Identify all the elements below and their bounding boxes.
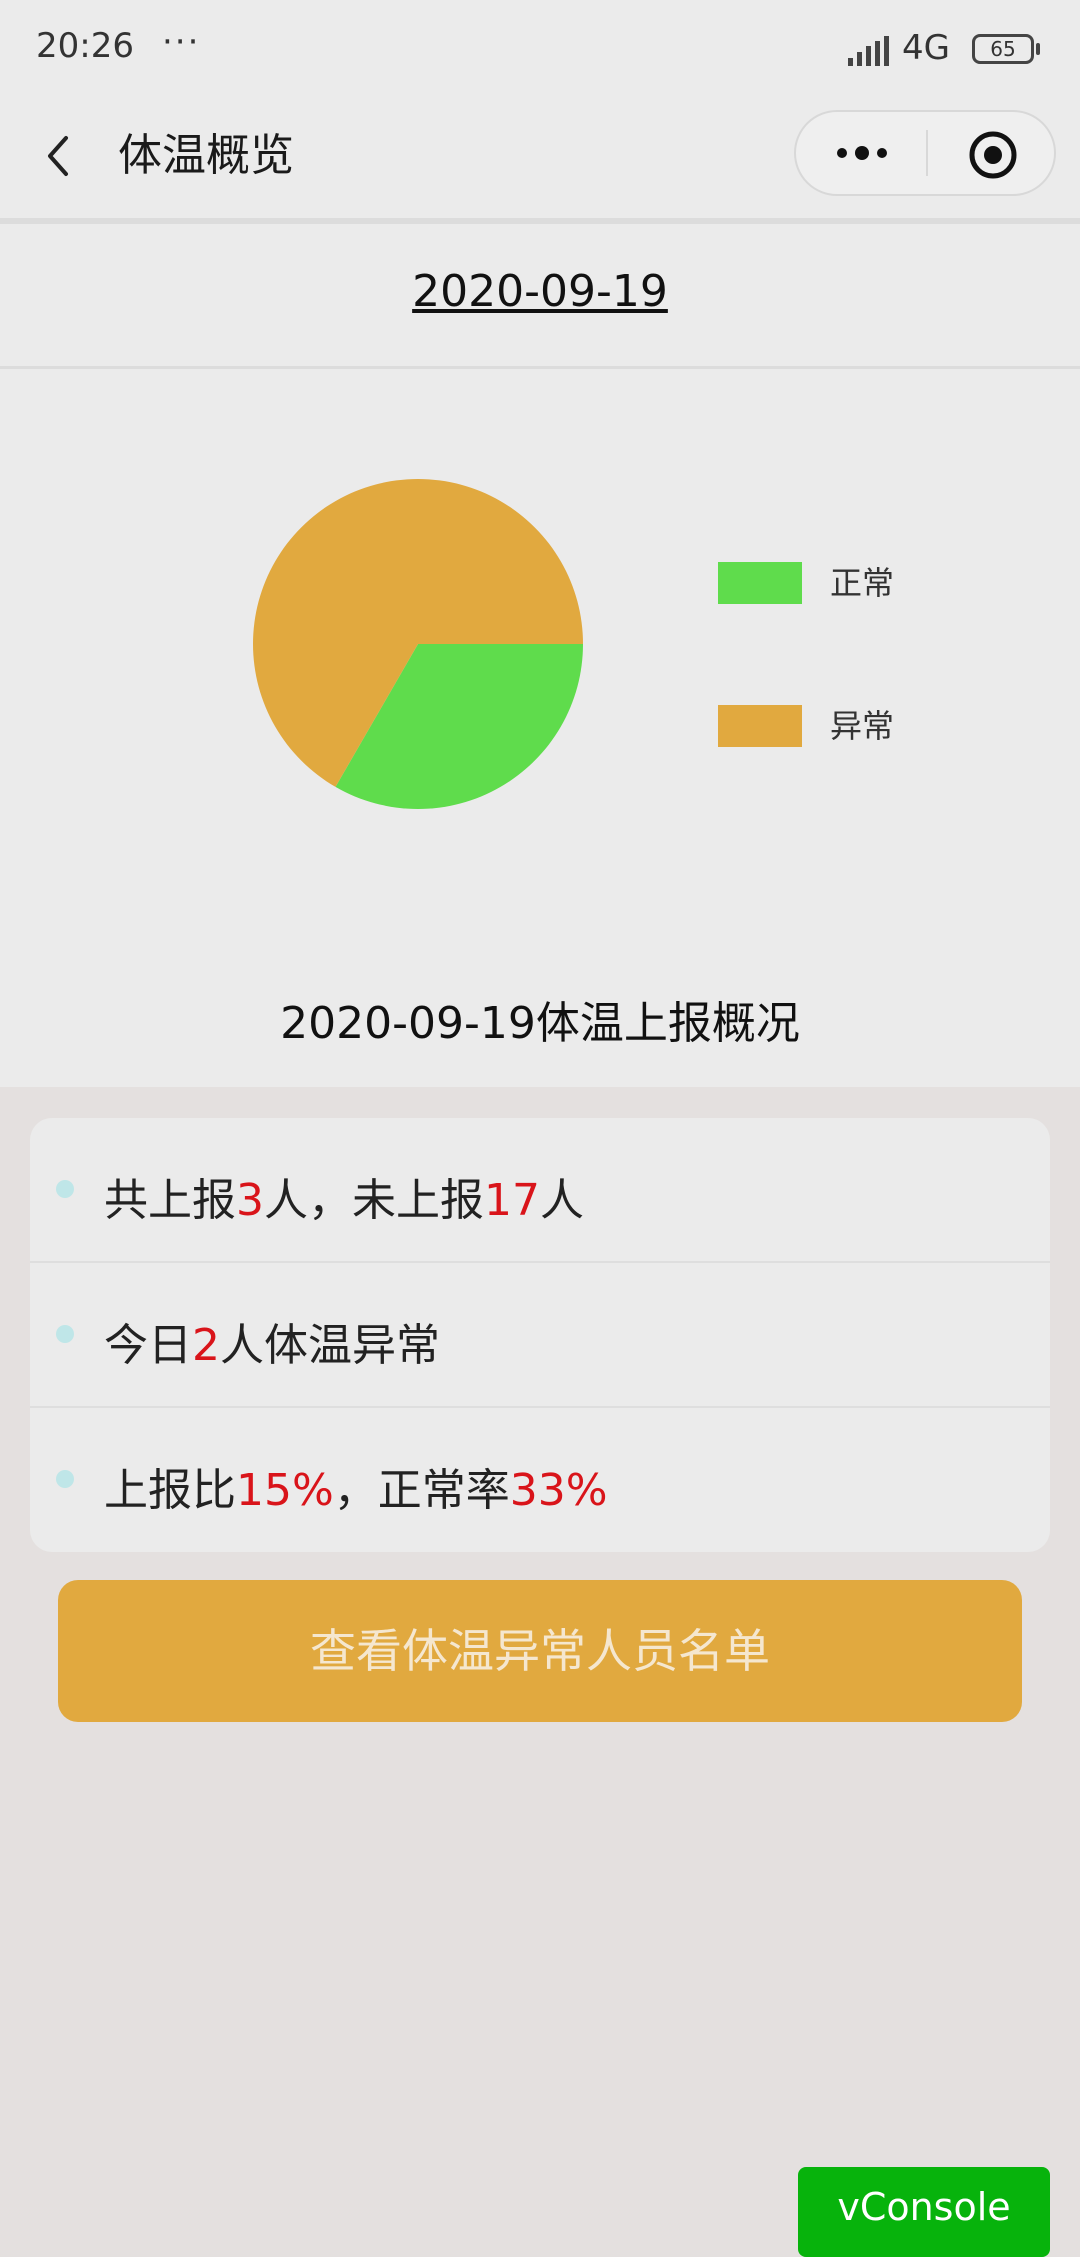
normal-rate: 33% — [509, 1465, 608, 1516]
summary-text: 上报比15%，正常率33% — [104, 1465, 608, 1516]
close-miniprogram-icon[interactable] — [968, 130, 1018, 180]
summary-row-ratio: 上报比15%，正常率33% — [30, 1408, 1050, 1552]
chart-section: 正常异常 2020-09-19体温上报概况 — [0, 369, 1080, 1087]
nav-bar: 体温概览 — [0, 100, 1080, 224]
summary-text: 今日2人体温异常 — [104, 1320, 440, 1371]
battery-tip — [1036, 43, 1040, 55]
pie-chart: 正常异常 — [253, 478, 894, 809]
more-icon[interactable] — [834, 138, 890, 168]
status-bar: 20:26 ··· 4G 65 — [0, 0, 1080, 100]
legend-swatch-1 — [718, 705, 802, 747]
summary-row-abnormal: 今日2人体温异常 — [30, 1263, 1050, 1408]
network-type: 4G — [902, 28, 950, 68]
abnormal-count: 2 — [192, 1320, 220, 1371]
vconsole-button[interactable]: vConsole — [798, 2167, 1050, 2257]
report-ratio: 15% — [236, 1465, 334, 1516]
summary-card: 共上报3人，未上报17人 今日2人体温异常 上报比15%，正常率33% — [30, 1118, 1050, 1552]
mini-program-capsule — [794, 110, 1056, 196]
signal-icon — [848, 36, 889, 66]
battery-icon: 65 — [972, 34, 1034, 64]
view-abnormal-list-button[interactable]: 查看体温异常人员名单 — [58, 1580, 1022, 1722]
bullet-dot — [56, 1325, 74, 1343]
back-arrow-icon[interactable] — [40, 126, 80, 186]
bullet-dot — [56, 1180, 74, 1198]
status-more-dots: ··· — [162, 22, 201, 62]
summary-text: 共上报3人，未上报17人 — [104, 1175, 584, 1226]
page-title: 体温概览 — [118, 130, 294, 181]
capsule-divider — [926, 130, 928, 176]
date-picker-link[interactable]: 2020-09-19 — [0, 266, 1080, 317]
chart-title: 2020-09-19体温上报概况 — [280, 998, 800, 1049]
reported-count: 3 — [236, 1175, 264, 1226]
legend-label-0: 正常 — [830, 564, 894, 602]
legend-label-1: 异常 — [830, 707, 894, 745]
status-time: 20:26 — [36, 26, 134, 66]
date-header: 2020-09-19 — [0, 224, 1080, 369]
legend-swatch-0 — [718, 562, 802, 604]
summary-row-reported: 共上报3人，未上报17人 — [30, 1118, 1050, 1263]
bullet-dot — [56, 1470, 74, 1488]
unreported-count: 17 — [484, 1175, 540, 1226]
